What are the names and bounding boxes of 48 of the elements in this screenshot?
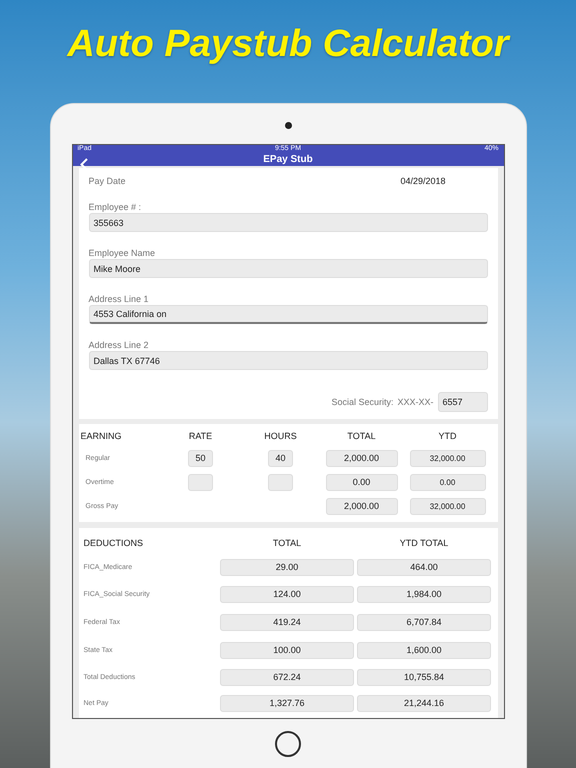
column-header: YTD [438, 431, 456, 441]
text-field[interactable]: 355663 [88, 213, 488, 232]
column-header: TOTAL [272, 538, 302, 548]
ssn-field[interactable]: 6557 [438, 392, 488, 412]
ytd-total-field: 6,707.84 [357, 614, 491, 630]
ytd-field: 32,000.00 [410, 450, 486, 466]
hours-field[interactable]: 40 [268, 450, 293, 466]
total-field: 2,000.00 [326, 450, 398, 466]
total-field: 1,327.76 [220, 694, 354, 712]
headline: Auto Paystub Calculator [67, 22, 509, 67]
ytd-total-field: 21,244.16 [357, 694, 491, 712]
field-label: Pay Date [88, 176, 126, 186]
field-label: Social Security: [331, 397, 394, 407]
field-label: Address Line 2 [88, 340, 150, 350]
field-label: Employee # : [88, 202, 142, 212]
camera-icon [284, 122, 292, 129]
ytd-field: 0.00 [410, 474, 486, 490]
column-header: YTD TOTAL [400, 538, 448, 548]
text-field[interactable]: 4553 California on [88, 305, 488, 324]
column-header: HOURS [264, 431, 297, 441]
field-label: Address Line 1 [88, 294, 150, 304]
total-field: 124.00 [220, 586, 354, 602]
column-header: TOTAL [347, 431, 376, 441]
total-field: 100.00 [220, 642, 354, 658]
total-field: 29.00 [220, 558, 354, 576]
nav-title: EPay Stub [263, 154, 313, 165]
total-field: 672.24 [220, 668, 354, 686]
pay-date-value[interactable]: 04/29/2018 [400, 176, 446, 186]
ytd-total-field: 464.00 [357, 558, 491, 576]
rate-field[interactable]: 50 [188, 450, 213, 466]
column-header: EARNING [80, 431, 122, 441]
text-field[interactable]: Mike Moore [88, 259, 488, 278]
back-icon[interactable] [80, 158, 88, 171]
total-field: 2,000.00 [326, 498, 398, 514]
ytd-total-field: 10,755.84 [357, 668, 491, 686]
rate-field[interactable] [188, 474, 213, 490]
ytd-total-field: 1,600.00 [357, 642, 491, 658]
home-button[interactable] [275, 731, 301, 757]
hours-field[interactable] [268, 474, 293, 490]
column-header: DEDUCTIONS [82, 538, 144, 548]
field-label: Employee Name [88, 248, 156, 258]
ssn-prefix: XXX-XX- [397, 397, 434, 407]
column-header: RATE [188, 431, 212, 441]
text-field[interactable]: Dallas TX 67746 [88, 351, 488, 370]
ytd-field: 32,000.00 [410, 498, 486, 514]
total-field: 419.24 [220, 614, 354, 630]
ytd-total-field: 1,984.00 [357, 586, 491, 602]
total-field: 0.00 [326, 474, 398, 490]
